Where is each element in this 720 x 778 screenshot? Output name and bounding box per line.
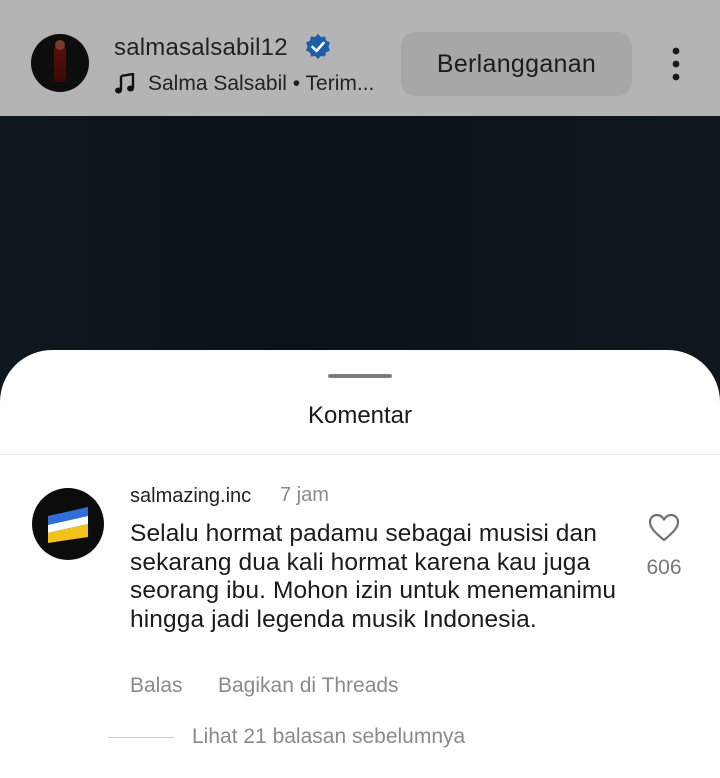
more-options-icon[interactable] [665,46,687,82]
sheet-title: Komentar [307,402,413,429]
sheet-divider [0,454,720,455]
like-heart-icon[interactable] [648,513,680,543]
profile-avatar[interactable] [31,34,89,92]
reel-header: salmasalsabil12 Salma Salsabil • Terim..… [0,0,720,116]
view-replies-button[interactable]: Lihat 21 balasan sebelumnya [192,725,465,749]
comment-timestamp: 7 jam [280,484,329,506]
comments-sheet: Komentar salmazing.inc 7 jam Selalu horm… [0,350,720,778]
like-count: 606 [646,556,682,579]
share-threads-button[interactable]: Bagikan di Threads [218,674,399,698]
comment-text: Selalu hormat padamu sebagai musisi dan … [130,520,617,633]
comment-username[interactable]: salmazing.inc [130,485,251,508]
profile-username[interactable]: salmasalsabil12 [114,34,288,62]
comment-avatar[interactable] [32,488,104,560]
verified-badge-icon [306,34,330,59]
subscribe-button[interactable]: Berlangganan [401,32,632,96]
sheet-drag-handle[interactable] [328,374,392,378]
music-info[interactable]: Salma Salsabil • Terim... [114,72,374,96]
music-note-icon [115,73,135,94]
replies-divider-line [108,737,174,738]
avatar-head [55,40,65,50]
reply-button[interactable]: Balas [130,674,183,698]
music-text: Salma Salsabil • Terim... [148,72,375,95]
